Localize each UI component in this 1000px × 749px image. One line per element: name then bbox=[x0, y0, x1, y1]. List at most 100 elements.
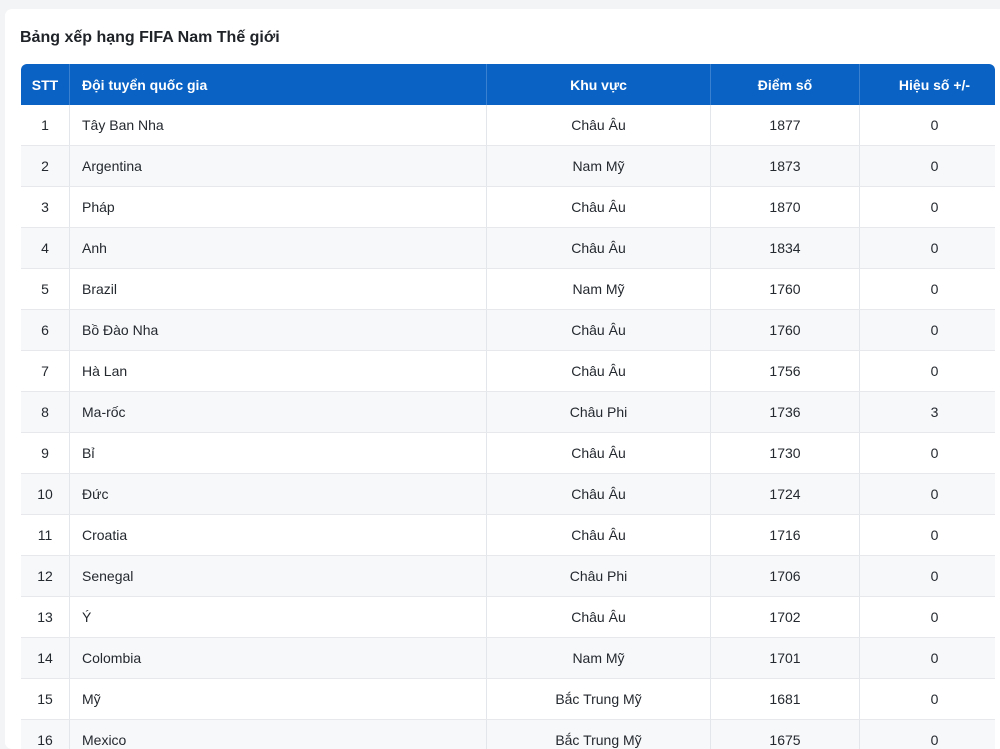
cell-points: 1756 bbox=[711, 351, 860, 392]
cell-points: 1834 bbox=[711, 228, 860, 269]
table-row[interactable]: 8 Ma-rốc Châu Phi 1736 3 bbox=[21, 392, 995, 433]
cell-stt: 8 bbox=[21, 392, 70, 433]
cell-points: 1716 bbox=[711, 515, 860, 556]
cell-points: 1701 bbox=[711, 638, 860, 679]
cell-diff: 0 bbox=[860, 269, 996, 310]
cell-region: Châu Âu bbox=[487, 433, 711, 474]
table-row[interactable]: 16 Mexico Bắc Trung Mỹ 1675 0 bbox=[21, 720, 995, 749]
cell-diff: 0 bbox=[860, 228, 996, 269]
table-row[interactable]: 3 Pháp Châu Âu 1870 0 bbox=[21, 187, 995, 228]
cell-points: 1877 bbox=[711, 105, 860, 146]
cell-points: 1760 bbox=[711, 310, 860, 351]
cell-region: Bắc Trung Mỹ bbox=[487, 720, 711, 749]
cell-stt: 2 bbox=[21, 146, 70, 187]
cell-stt: 14 bbox=[21, 638, 70, 679]
cell-region: Châu Âu bbox=[487, 474, 711, 515]
cell-stt: 7 bbox=[21, 351, 70, 392]
cell-team: Bỉ bbox=[70, 433, 487, 474]
cell-diff: 0 bbox=[860, 474, 996, 515]
cell-diff: 0 bbox=[860, 146, 996, 187]
cell-points: 1760 bbox=[711, 269, 860, 310]
table-row[interactable]: 9 Bỉ Châu Âu 1730 0 bbox=[21, 433, 995, 474]
table-header: STT Đội tuyển quốc gia Khu vực Điểm số H… bbox=[21, 64, 995, 105]
cell-team: Hà Lan bbox=[70, 351, 487, 392]
cell-stt: 16 bbox=[21, 720, 70, 749]
table-row[interactable]: 10 Đức Châu Âu 1724 0 bbox=[21, 474, 995, 515]
cell-region: Nam Mỹ bbox=[487, 146, 711, 187]
cell-diff: 0 bbox=[860, 187, 996, 228]
cell-team: Colombia bbox=[70, 638, 487, 679]
cell-diff: 0 bbox=[860, 515, 996, 556]
cell-stt: 11 bbox=[21, 515, 70, 556]
cell-team: Tây Ban Nha bbox=[70, 105, 487, 146]
cell-team: Senegal bbox=[70, 556, 487, 597]
cell-stt: 6 bbox=[21, 310, 70, 351]
column-header-diff[interactable]: Hiệu số +/- bbox=[860, 64, 996, 105]
cell-stt: 5 bbox=[21, 269, 70, 310]
cell-diff: 3 bbox=[860, 392, 996, 433]
cell-region: Châu Âu bbox=[487, 105, 711, 146]
table-row[interactable]: 1 Tây Ban Nha Châu Âu 1877 0 bbox=[21, 105, 995, 146]
cell-diff: 0 bbox=[860, 433, 996, 474]
table-row[interactable]: 11 Croatia Châu Âu 1716 0 bbox=[21, 515, 995, 556]
cell-points: 1681 bbox=[711, 679, 860, 720]
table-row[interactable]: 7 Hà Lan Châu Âu 1756 0 bbox=[21, 351, 995, 392]
cell-stt: 1 bbox=[21, 105, 70, 146]
cell-diff: 0 bbox=[860, 638, 996, 679]
column-header-team[interactable]: Đội tuyển quốc gia bbox=[70, 64, 487, 105]
header-row: STT Đội tuyển quốc gia Khu vực Điểm số H… bbox=[21, 64, 995, 105]
cell-team: Ma-rốc bbox=[70, 392, 487, 433]
column-header-stt[interactable]: STT bbox=[21, 64, 70, 105]
cell-points: 1730 bbox=[711, 433, 860, 474]
cell-stt: 15 bbox=[21, 679, 70, 720]
table-row[interactable]: 5 Brazil Nam Mỹ 1760 0 bbox=[21, 269, 995, 310]
cell-points: 1873 bbox=[711, 146, 860, 187]
cell-points: 1702 bbox=[711, 597, 860, 638]
column-header-points[interactable]: Điểm số bbox=[711, 64, 860, 105]
cell-region: Châu Phi bbox=[487, 556, 711, 597]
cell-stt: 9 bbox=[21, 433, 70, 474]
cell-team: Croatia bbox=[70, 515, 487, 556]
cell-region: Châu Âu bbox=[487, 515, 711, 556]
cell-region: Nam Mỹ bbox=[487, 269, 711, 310]
cell-diff: 0 bbox=[860, 351, 996, 392]
cell-diff: 0 bbox=[860, 556, 996, 597]
cell-stt: 12 bbox=[21, 556, 70, 597]
cell-region: Châu Âu bbox=[487, 187, 711, 228]
cell-region: Châu Âu bbox=[487, 228, 711, 269]
cell-region: Châu Âu bbox=[487, 597, 711, 638]
cell-diff: 0 bbox=[860, 679, 996, 720]
cell-team: Ý bbox=[70, 597, 487, 638]
cell-diff: 0 bbox=[860, 310, 996, 351]
table-row[interactable]: 13 Ý Châu Âu 1702 0 bbox=[21, 597, 995, 638]
cell-team: Mỹ bbox=[70, 679, 487, 720]
cell-team: Đức bbox=[70, 474, 487, 515]
cell-region: Châu Âu bbox=[487, 351, 711, 392]
cell-region: Nam Mỹ bbox=[487, 638, 711, 679]
cell-diff: 0 bbox=[860, 105, 996, 146]
cell-team: Anh bbox=[70, 228, 487, 269]
cell-points: 1736 bbox=[711, 392, 860, 433]
ranking-table-container[interactable]: STT Đội tuyển quốc gia Khu vực Điểm số H… bbox=[21, 64, 995, 749]
table-row[interactable]: 15 Mỹ Bắc Trung Mỹ 1681 0 bbox=[21, 679, 995, 720]
cell-region: Bắc Trung Mỹ bbox=[487, 679, 711, 720]
table-row[interactable]: 12 Senegal Châu Phi 1706 0 bbox=[21, 556, 995, 597]
cell-diff: 0 bbox=[860, 597, 996, 638]
cell-stt: 4 bbox=[21, 228, 70, 269]
cell-points: 1675 bbox=[711, 720, 860, 749]
table-row[interactable]: 14 Colombia Nam Mỹ 1701 0 bbox=[21, 638, 995, 679]
table-row[interactable]: 6 Bồ Đào Nha Châu Âu 1760 0 bbox=[21, 310, 995, 351]
cell-stt: 3 bbox=[21, 187, 70, 228]
column-header-region[interactable]: Khu vực bbox=[487, 64, 711, 105]
page-title: Bảng xếp hạng FIFA Nam Thế giới bbox=[20, 29, 280, 47]
cell-region: Châu Âu bbox=[487, 310, 711, 351]
cell-points: 1724 bbox=[711, 474, 860, 515]
cell-team: Brazil bbox=[70, 269, 487, 310]
table-row[interactable]: 4 Anh Châu Âu 1834 0 bbox=[21, 228, 995, 269]
ranking-table: STT Đội tuyển quốc gia Khu vực Điểm số H… bbox=[21, 64, 995, 749]
cell-team: Pháp bbox=[70, 187, 487, 228]
table-row[interactable]: 2 Argentina Nam Mỹ 1873 0 bbox=[21, 146, 995, 187]
cell-team: Mexico bbox=[70, 720, 487, 749]
cell-team: Argentina bbox=[70, 146, 487, 187]
cell-team: Bồ Đào Nha bbox=[70, 310, 487, 351]
